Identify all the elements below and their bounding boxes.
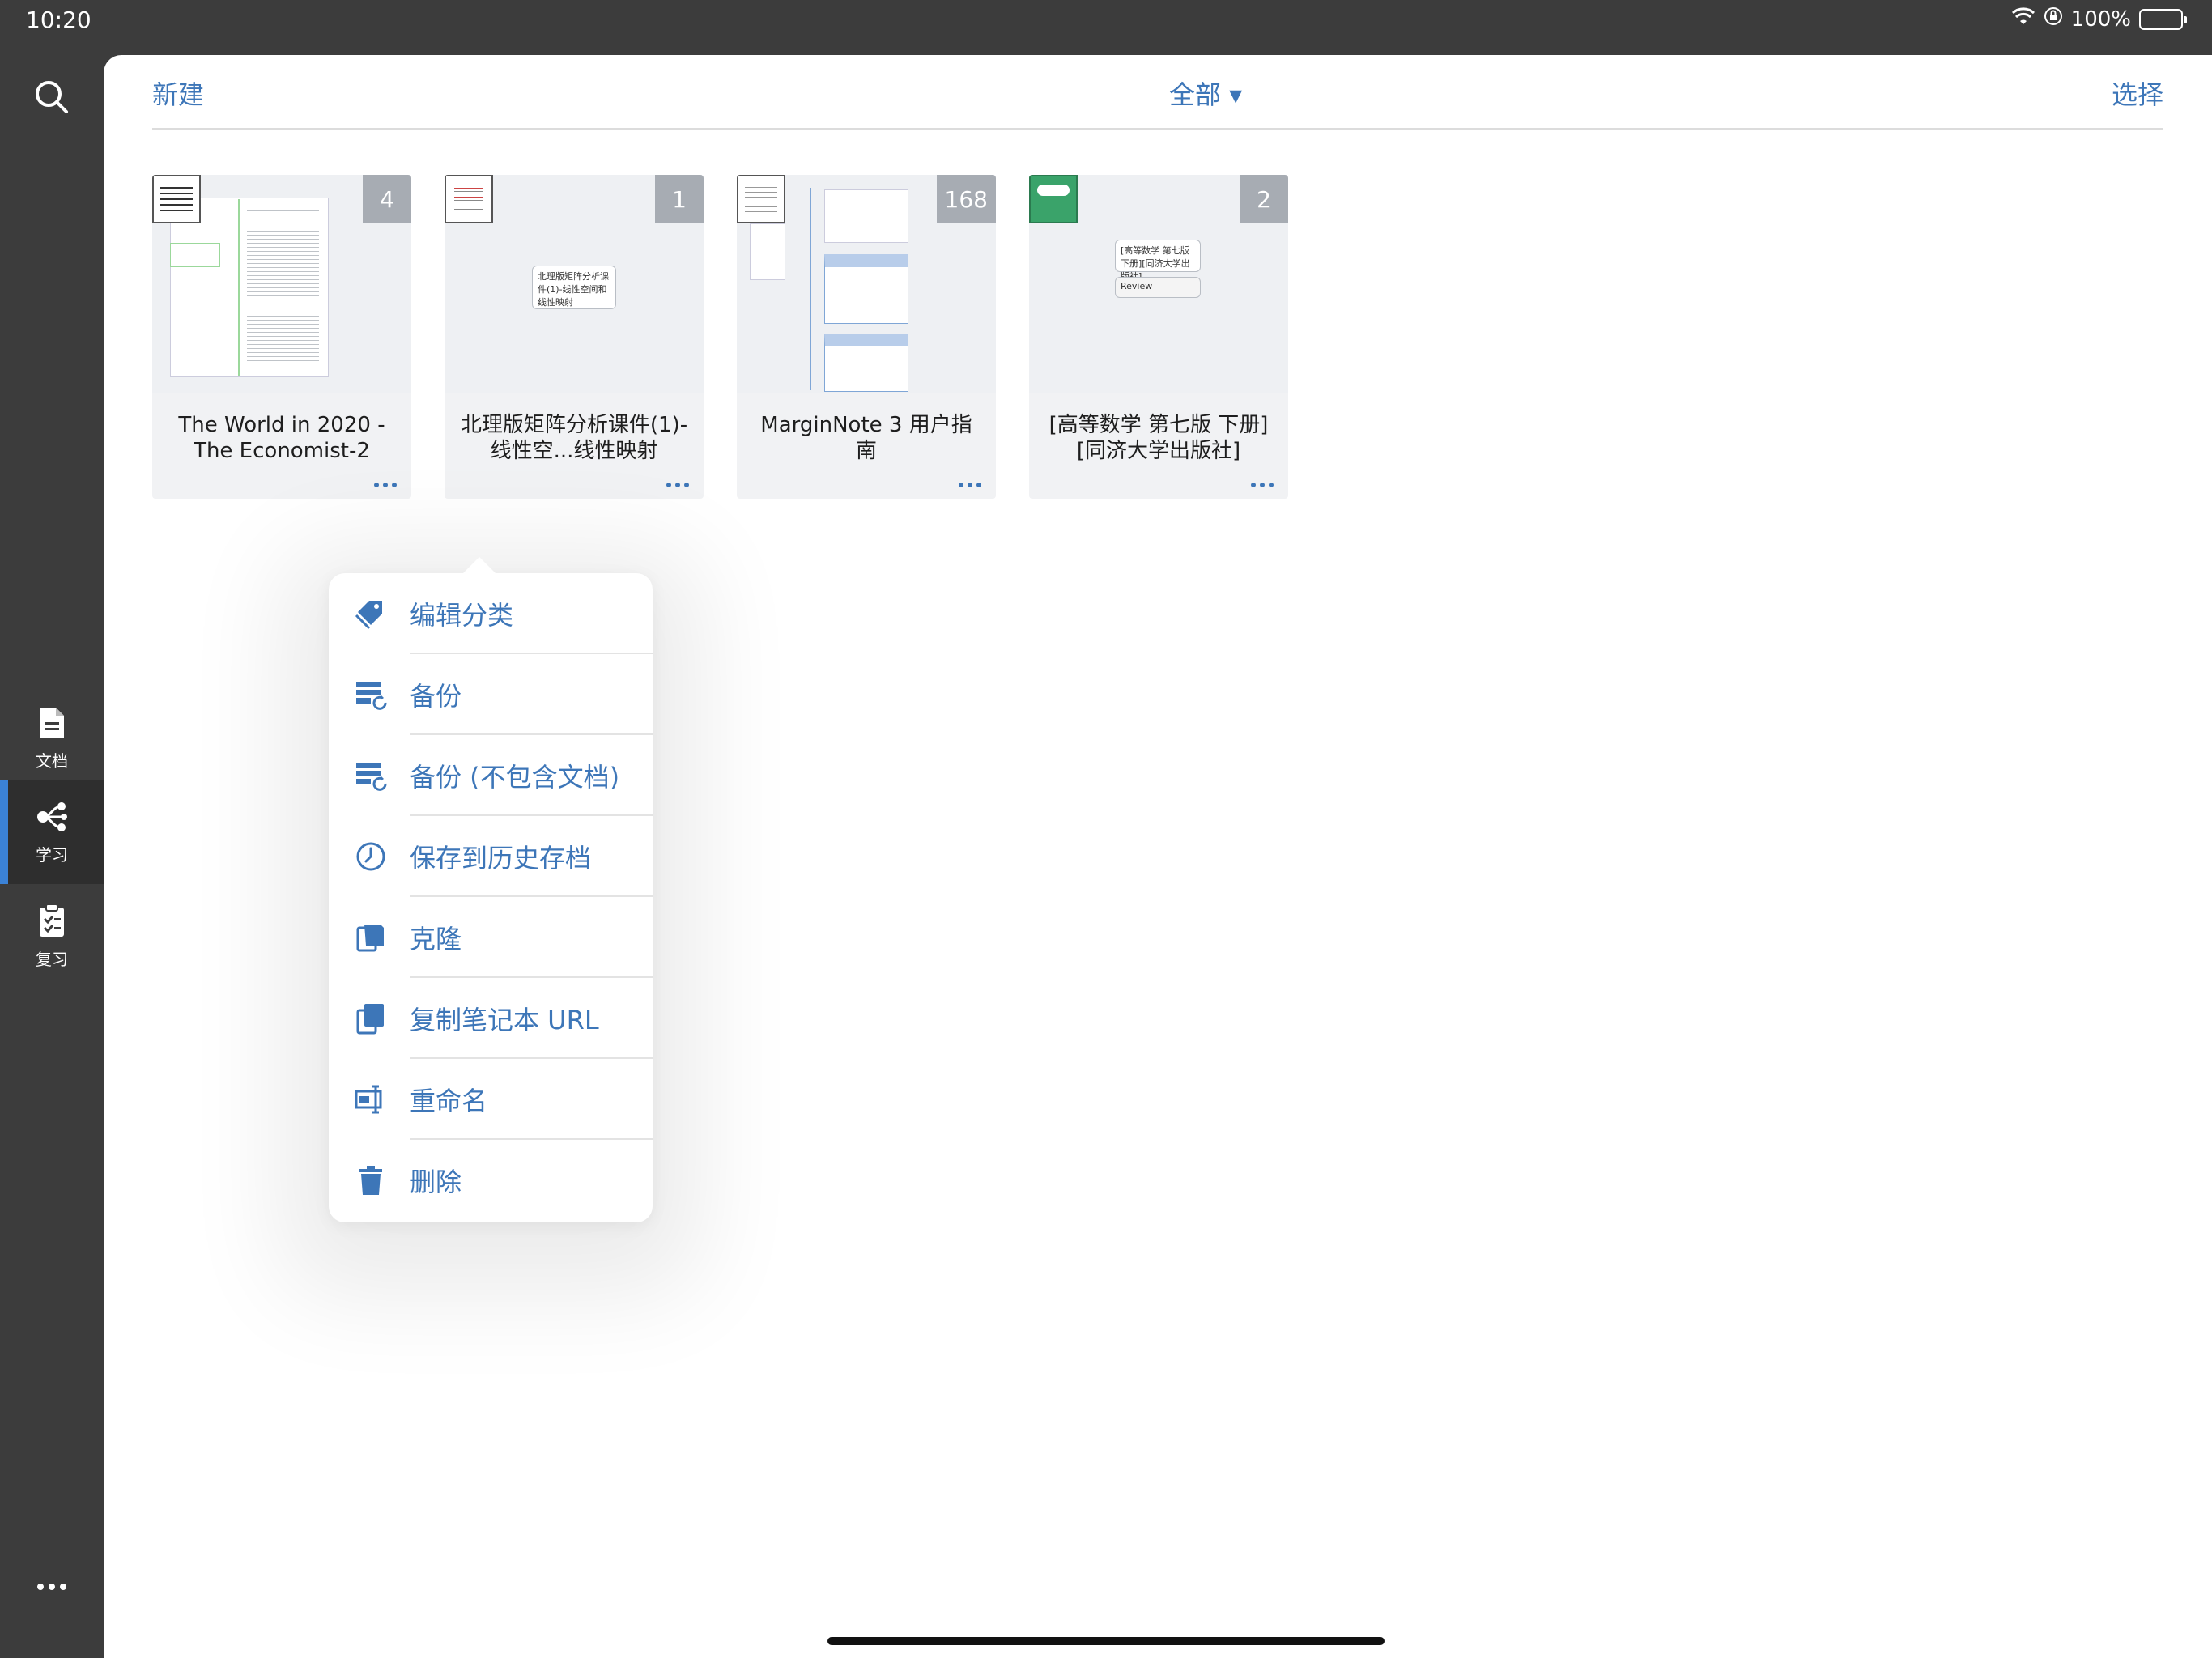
copy-url-icon (353, 1001, 389, 1036)
toolbar: 新建 全部 ▾ 选择 (152, 55, 2163, 130)
menu-item-label: 复制笔记本 URL (410, 1005, 599, 1035)
menu-item-label: 删除 (410, 1167, 462, 1197)
sidebar-item-study[interactable]: 学习 (0, 780, 104, 884)
backup-icon (353, 677, 389, 712)
note-count-badge: 4 (363, 175, 411, 223)
sidebar-item-documents[interactable]: 文档 (0, 687, 104, 790)
status-indicators: 100% (2011, 6, 2187, 32)
menu-item-clone[interactable]: 克隆 (329, 897, 653, 978)
notebook-card[interactable]: [高等数学 第七版 下册][同济大学出版社] Review 2 [高等数学 第七… (1029, 175, 1288, 499)
status-bar: 10:20 100% (0, 0, 2212, 55)
notebook-title: 北理版矩阵分析课件(1)-线性空...线性映射 (460, 413, 688, 463)
menu-item-label: 保存到历史存档 (410, 843, 592, 874)
menu-item-save-history[interactable]: 保存到历史存档 (329, 816, 653, 897)
note-count-badge: 1 (655, 175, 704, 223)
sidebar-item-label: 复习 (36, 949, 68, 969)
battery-percent: 100% (2070, 6, 2131, 32)
battery-icon (2139, 8, 2187, 30)
menu-item-label: 备份 (410, 681, 462, 712)
notebook-title: The World in 2020 - The Economist-2 (178, 413, 385, 463)
more-options-icon[interactable] (666, 483, 689, 487)
thumbnail-note: Review (1115, 277, 1201, 298)
filter-dropdown[interactable]: 全部 ▾ (1169, 74, 1242, 112)
note-count-badge: 2 (1240, 175, 1288, 223)
menu-item-backup-no-docs[interactable]: 备份 (不包含文档) (329, 735, 653, 816)
wifi-icon (2011, 6, 2035, 32)
thumbnail-note: [高等数学 第七版 下册][同济大学出版社] (1115, 240, 1201, 282)
select-button[interactable]: 选择 (2112, 74, 2163, 112)
menu-item-rename[interactable]: 重命名 (329, 1059, 653, 1140)
sidebar-item-review[interactable]: 复习 (0, 884, 104, 988)
clone-icon (353, 920, 389, 955)
document-preview (445, 175, 493, 223)
menu-item-label: 备份 (不包含文档) (410, 762, 620, 793)
main-panel: 新建 全部 ▾ 选择 4 The World in 2020 - The Eco… (104, 55, 2212, 1658)
notebook-card[interactable]: 168 MarginNote 3 用户指南 (737, 175, 996, 499)
trash-icon (353, 1163, 389, 1198)
status-time: 10:20 (26, 6, 91, 33)
orientation-lock-icon (2044, 6, 2063, 32)
more-options-icon[interactable] (1251, 483, 1274, 487)
notebook-title: [高等数学 第七版 下册][同济大学出版社] (1049, 413, 1269, 463)
search-icon[interactable] (29, 74, 74, 120)
thumbnail-note: 北理版矩阵分析课件(1)-线性空间和线性映射 (532, 266, 616, 309)
menu-item-backup[interactable]: 备份 (329, 654, 653, 735)
document-preview (1029, 175, 1078, 223)
more-options-icon[interactable] (959, 483, 981, 487)
clipboard-check-icon (38, 903, 66, 942)
menu-item-label: 克隆 (410, 924, 462, 954)
rename-icon (353, 1082, 389, 1117)
notebook-context-menu: 编辑分类 备份 备份 (不包含文档) 保存到历史存档 克隆 复制笔记本 URL … (329, 557, 653, 1222)
more-options-icon[interactable] (374, 483, 397, 487)
document-preview (737, 175, 785, 223)
document-preview (152, 175, 201, 223)
home-indicator[interactable] (827, 1637, 1385, 1645)
sidebar-item-label: 文档 (36, 750, 68, 771)
history-clock-icon (353, 839, 389, 874)
new-button[interactable]: 新建 (152, 74, 204, 112)
notebook-title: MarginNote 3 用户指南 (760, 413, 972, 463)
document-icon (38, 706, 66, 743)
menu-item-delete[interactable]: 删除 (329, 1140, 653, 1221)
menu-item-edit-category[interactable]: 编辑分类 (329, 573, 653, 654)
notebook-card[interactable]: 北理版矩阵分析课件(1)-线性空间和线性映射 1 北理版矩阵分析课件(1)-线性… (445, 175, 704, 499)
menu-item-label: 重命名 (410, 1086, 488, 1116)
tag-icon (353, 596, 389, 631)
note-count-badge: 168 (936, 175, 996, 223)
mindmap-icon (35, 800, 69, 837)
menu-item-copy-url[interactable]: 复制笔记本 URL (329, 978, 653, 1059)
sidebar-item-label: 学习 (36, 844, 68, 865)
menu-item-label: 编辑分类 (410, 600, 514, 631)
sidebar: 文档 学习 复习 (0, 55, 104, 1658)
backup-no-docs-icon (353, 758, 389, 793)
notebook-card[interactable]: 4 The World in 2020 - The Economist-2 (152, 175, 411, 499)
more-horizontal-icon[interactable] (32, 1577, 71, 1596)
